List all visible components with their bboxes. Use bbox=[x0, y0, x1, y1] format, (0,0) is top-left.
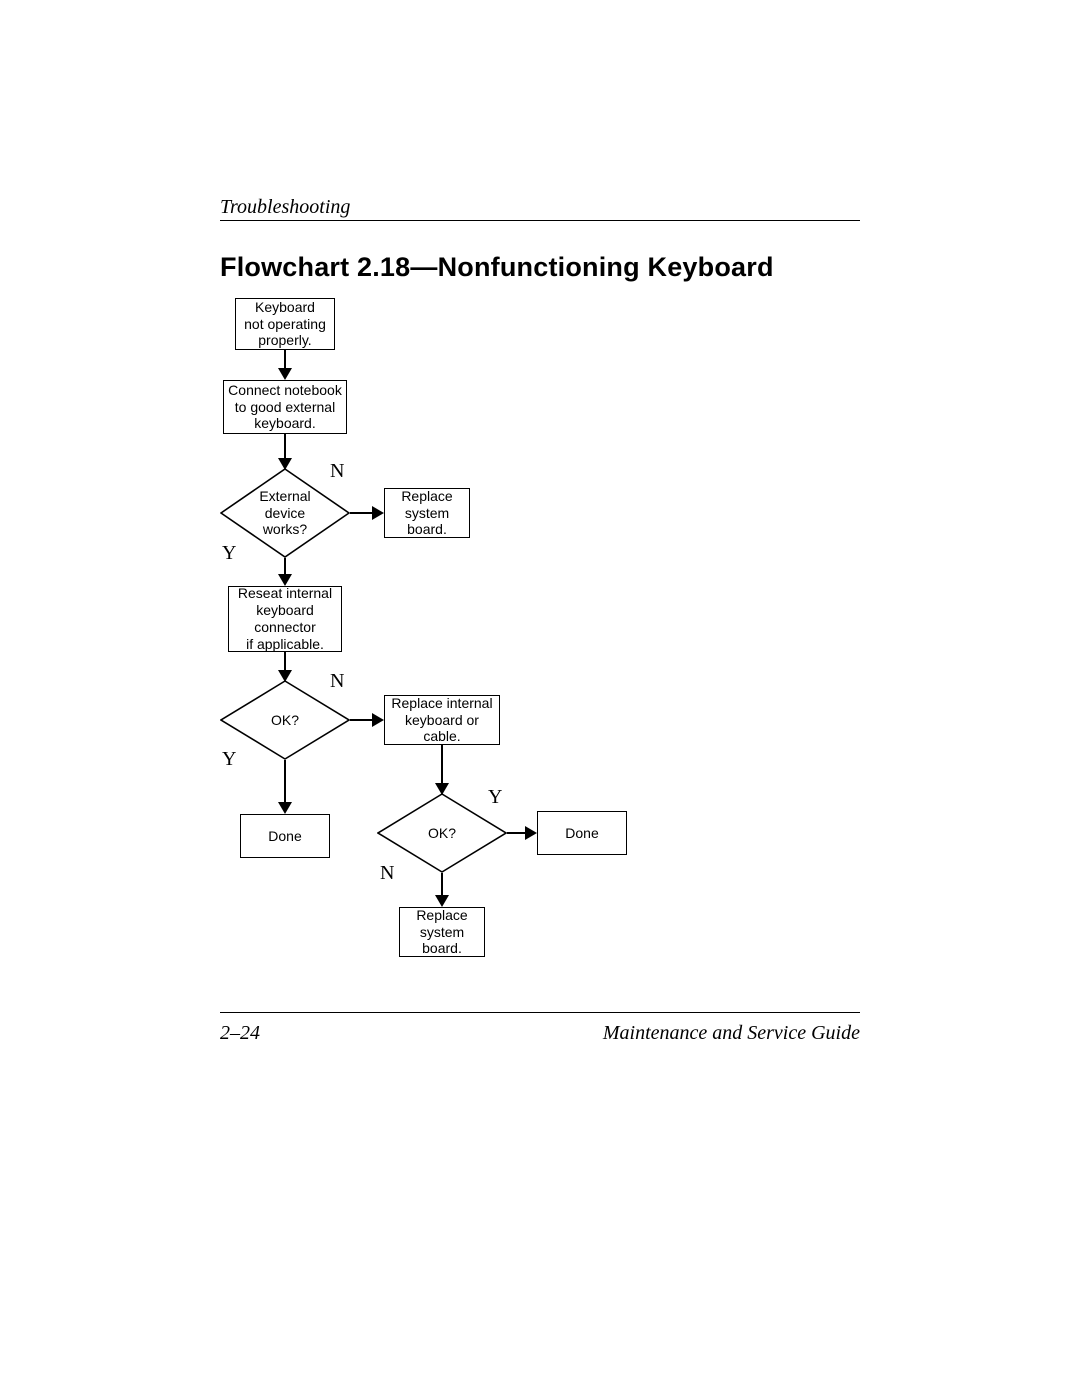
node-start: Keyboardnot operatingproperly. bbox=[235, 298, 335, 350]
edge bbox=[284, 434, 286, 460]
arrowhead-icon bbox=[278, 368, 292, 380]
edge-label-yes: Y bbox=[222, 748, 236, 771]
node-connect-external: Connect notebookto good externalkeyboard… bbox=[223, 380, 347, 434]
section-header: Troubleshooting bbox=[220, 196, 350, 219]
edge-label-yes: Y bbox=[222, 542, 236, 565]
page-title: Flowchart 2.18—Nonfunctioning Keyboard bbox=[220, 252, 774, 283]
edge bbox=[350, 719, 374, 721]
edge-label-no: N bbox=[330, 460, 344, 483]
node-replace-keyboard: Replace internalkeyboard orcable. bbox=[384, 695, 500, 745]
arrowhead-icon bbox=[278, 574, 292, 586]
node-done-2: Done bbox=[537, 811, 627, 855]
header-rule bbox=[220, 220, 860, 221]
node-replace-system-board-2: Replacesystemboard. bbox=[399, 907, 485, 957]
page-number: 2–24 bbox=[220, 1022, 260, 1045]
node-replace-system-board-1: Replacesystemboard. bbox=[384, 488, 470, 538]
edge bbox=[441, 873, 443, 897]
edge-label-no: N bbox=[330, 670, 344, 693]
page: Troubleshooting Flowchart 2.18—Nonfuncti… bbox=[0, 0, 1080, 1397]
edge bbox=[507, 832, 527, 834]
guide-title: Maintenance and Service Guide bbox=[603, 1022, 860, 1045]
arrowhead-icon bbox=[372, 713, 384, 727]
edge bbox=[284, 350, 286, 370]
edge bbox=[284, 652, 286, 672]
node-done-1: Done bbox=[240, 814, 330, 858]
arrowhead-icon bbox=[372, 506, 384, 520]
edge bbox=[284, 760, 286, 804]
footer-rule bbox=[220, 1012, 860, 1013]
edge bbox=[350, 512, 374, 514]
arrowhead-icon bbox=[435, 895, 449, 907]
edge-label-no: N bbox=[380, 862, 394, 885]
node-reseat-connector: Reseat internalkeyboardconnectorif appli… bbox=[228, 586, 342, 652]
arrowhead-icon bbox=[278, 802, 292, 814]
edge-label-yes: Y bbox=[488, 786, 502, 809]
edge bbox=[441, 745, 443, 785]
arrowhead-icon bbox=[525, 826, 537, 840]
